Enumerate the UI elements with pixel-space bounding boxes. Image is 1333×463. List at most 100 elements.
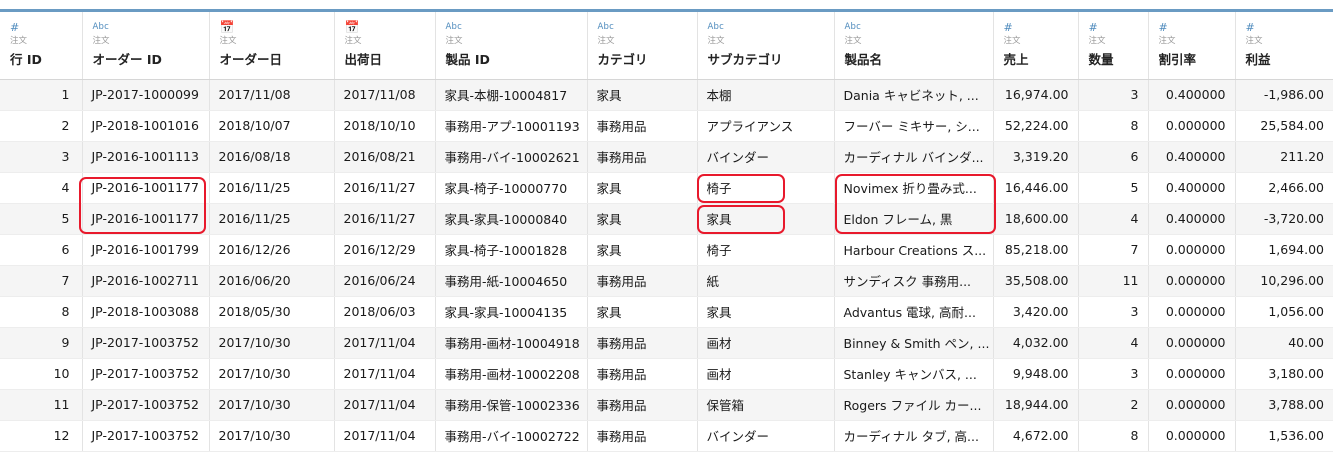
table-cell[interactable]: Advantus 電球, 高耐...: [834, 296, 994, 328]
column-header[interactable]: Abc 注文 製品名: [834, 12, 994, 80]
table-cell[interactable]: 3,319.20: [993, 141, 1079, 173]
table-cell[interactable]: 2017/11/04: [334, 389, 436, 421]
table-cell[interactable]: 2016/06/20: [209, 265, 335, 297]
table-cell[interactable]: 3: [0, 141, 83, 173]
table-cell[interactable]: 35,508.00: [993, 265, 1079, 297]
table-cell[interactable]: 1,694.00: [1235, 234, 1333, 266]
table-cell[interactable]: Rogers ファイル カー...: [834, 389, 994, 421]
table-cell[interactable]: 25,584.00: [1235, 110, 1333, 142]
text-type-icon[interactable]: Abc: [446, 21, 587, 34]
table-cell[interactable]: Stanley キャンバス, ...: [834, 358, 994, 390]
table-cell[interactable]: カーディナル バインダ...: [834, 141, 994, 173]
text-type-icon[interactable]: Abc: [708, 21, 834, 34]
table-cell[interactable]: 0.000000: [1148, 296, 1236, 328]
table-cell[interactable]: 3: [1078, 358, 1149, 390]
table-cell[interactable]: Dania キャビネット, ...: [834, 79, 994, 111]
table-cell[interactable]: 保管箱: [697, 389, 835, 421]
table-cell[interactable]: 家具: [587, 203, 698, 235]
table-cell[interactable]: JP-2016-1001177: [82, 172, 210, 204]
table-cell[interactable]: 事務用品: [587, 327, 698, 359]
table-cell[interactable]: 1,536.00: [1235, 420, 1333, 452]
table-cell[interactable]: JP-2016-1002711: [82, 265, 210, 297]
table-cell[interactable]: JP-2017-1003752: [82, 358, 210, 390]
table-cell[interactable]: 事務用品: [587, 141, 698, 173]
table-cell[interactable]: 椅子: [697, 234, 835, 266]
table-cell[interactable]: 事務用品: [587, 110, 698, 142]
table-row[interactable]: 7 JP-2016-1002711 2016/06/20 2016/06/24 事務用-…: [0, 265, 1333, 297]
calendar-type-icon[interactable]: 📅: [220, 21, 334, 34]
table-cell[interactable]: 10: [0, 358, 83, 390]
text-type-icon[interactable]: Abc: [93, 21, 209, 34]
table-cell[interactable]: 事務用品: [587, 358, 698, 390]
table-cell[interactable]: 2016/11/27: [334, 172, 436, 204]
table-cell[interactable]: 52,224.00: [993, 110, 1079, 142]
table-row[interactable]: 6 JP-2016-1001799 2016/12/26 2016/12/29 家具-椅…: [0, 234, 1333, 266]
table-cell[interactable]: 4,672.00: [993, 420, 1079, 452]
table-cell[interactable]: 事務用-バイ-10002722: [435, 420, 588, 452]
table-cell[interactable]: Novimex 折り畳み式...: [834, 172, 994, 204]
table-cell[interactable]: 0.000000: [1148, 358, 1236, 390]
table-cell[interactable]: 事務用-バイ-10002621: [435, 141, 588, 173]
table-cell[interactable]: 9: [0, 327, 83, 359]
table-cell[interactable]: 0.000000: [1148, 110, 1236, 142]
table-cell[interactable]: JP-2017-1003752: [82, 389, 210, 421]
table-cell[interactable]: 事務用品: [587, 265, 698, 297]
table-cell[interactable]: 2,466.00: [1235, 172, 1333, 204]
table-cell[interactable]: 1: [0, 79, 83, 111]
table-cell[interactable]: JP-2017-1003752: [82, 327, 210, 359]
table-cell[interactable]: 7: [0, 265, 83, 297]
table-cell[interactable]: 0.400000: [1148, 203, 1236, 235]
column-header[interactable]: # 注文 利益: [1235, 12, 1333, 80]
table-cell[interactable]: 家具: [587, 296, 698, 328]
table-row[interactable]: 8 JP-2018-1003088 2018/05/30 2018/06/03 家具-家…: [0, 296, 1333, 328]
table-cell[interactable]: JP-2018-1001016: [82, 110, 210, 142]
table-cell[interactable]: 家具: [587, 172, 698, 204]
table-cell[interactable]: 3,180.00: [1235, 358, 1333, 390]
table-cell[interactable]: 85,218.00: [993, 234, 1079, 266]
table-cell[interactable]: 7: [1078, 234, 1149, 266]
table-cell[interactable]: JP-2016-1001177: [82, 203, 210, 235]
table-cell[interactable]: 2017/11/04: [334, 358, 436, 390]
table-cell[interactable]: 10,296.00: [1235, 265, 1333, 297]
table-cell[interactable]: 2: [1078, 389, 1149, 421]
table-cell[interactable]: 11: [0, 389, 83, 421]
table-cell[interactable]: 40.00: [1235, 327, 1333, 359]
table-cell[interactable]: JP-2018-1003088: [82, 296, 210, 328]
table-cell[interactable]: サンディスク 事務用...: [834, 265, 994, 297]
column-header[interactable]: # 注文 売上: [993, 12, 1079, 80]
table-cell[interactable]: 2016/06/24: [334, 265, 436, 297]
table-cell[interactable]: 2017/11/08: [209, 79, 335, 111]
table-cell[interactable]: 事務用-保管-10002336: [435, 389, 588, 421]
text-type-icon[interactable]: Abc: [845, 21, 993, 34]
table-row[interactable]: 2 JP-2018-1001016 2018/10/07 2018/10/10 事務用-…: [0, 110, 1333, 142]
table-cell[interactable]: 家具-家具-10004135: [435, 296, 588, 328]
table-cell[interactable]: 家具: [587, 79, 698, 111]
table-cell[interactable]: 2016/11/27: [334, 203, 436, 235]
table-cell[interactable]: 3,420.00: [993, 296, 1079, 328]
table-cell[interactable]: フーバー ミキサー, シ...: [834, 110, 994, 142]
table-cell[interactable]: 2017/11/04: [334, 420, 436, 452]
table-cell[interactable]: Harbour Creations ス...: [834, 234, 994, 266]
table-cell[interactable]: 事務用-アプ-10001193: [435, 110, 588, 142]
table-cell[interactable]: JP-2017-1003752: [82, 420, 210, 452]
table-cell[interactable]: 2016/12/26: [209, 234, 335, 266]
table-cell[interactable]: 6: [1078, 141, 1149, 173]
table-cell[interactable]: 2016/11/25: [209, 203, 335, 235]
table-cell[interactable]: 6: [0, 234, 83, 266]
table-cell[interactable]: -3,720.00: [1235, 203, 1333, 235]
table-cell[interactable]: 8: [0, 296, 83, 328]
table-cell[interactable]: 8: [1078, 420, 1149, 452]
table-cell[interactable]: 家具-椅子-10001828: [435, 234, 588, 266]
table-cell[interactable]: 2018/10/07: [209, 110, 335, 142]
table-cell[interactable]: 2017/11/08: [334, 79, 436, 111]
table-cell[interactable]: 3: [1078, 296, 1149, 328]
table-cell[interactable]: 3: [1078, 79, 1149, 111]
table-row[interactable]: 9 JP-2017-1003752 2017/10/30 2017/11/04 事務用-…: [0, 327, 1333, 359]
table-cell[interactable]: 2018/06/03: [334, 296, 436, 328]
table-cell[interactable]: 16,446.00: [993, 172, 1079, 204]
number-type-icon[interactable]: #: [1159, 21, 1235, 34]
table-cell[interactable]: 家具-本棚-10004817: [435, 79, 588, 111]
column-header[interactable]: Abc 注文 カテゴリ: [587, 12, 698, 80]
table-cell[interactable]: カーディナル タブ, 高...: [834, 420, 994, 452]
table-cell[interactable]: 家具-家具-10000840: [435, 203, 588, 235]
